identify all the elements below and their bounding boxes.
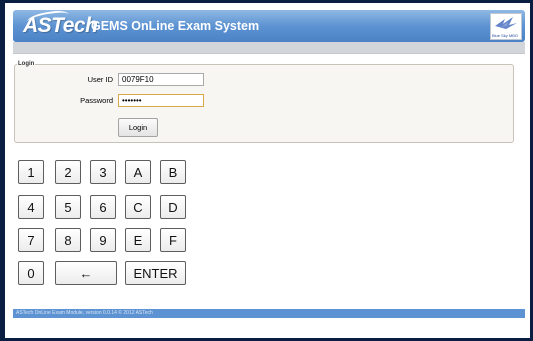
header-bar: ASTech GEMS OnLine Exam System Blue Sky …	[13, 8, 525, 42]
key-9[interactable]: 9	[90, 228, 116, 252]
key-8[interactable]: 8	[55, 228, 81, 252]
key-2[interactable]: 2	[55, 160, 81, 184]
key-e[interactable]: E	[125, 228, 151, 252]
partner-logo-text: Blue Sky MBO	[492, 33, 519, 38]
key-enter[interactable]: ENTER	[125, 261, 186, 285]
user-id-input[interactable]	[118, 73, 204, 86]
key-6[interactable]: 6	[90, 195, 116, 219]
key-5[interactable]: 5	[55, 195, 81, 219]
password-label: Password	[80, 96, 113, 105]
key-a[interactable]: A	[125, 160, 151, 184]
app-title: GEMS OnLine Exam System	[91, 19, 260, 33]
key-4[interactable]: 4	[18, 195, 44, 219]
key-1[interactable]: 1	[18, 160, 44, 184]
key-f[interactable]: F	[160, 228, 186, 252]
login-panel: Login User ID Password Login	[14, 61, 514, 143]
key-b[interactable]: B	[160, 160, 186, 184]
partner-logo: Blue Sky MBO	[490, 13, 522, 40]
key-0[interactable]: 0	[18, 261, 44, 285]
footer-text: ASTech OnLine Exam Module, version 0.0.1…	[16, 310, 153, 316]
page-content: ASTech GEMS OnLine Exam System Blue Sky …	[5, 3, 530, 338]
login-legend: Login	[18, 61, 35, 67]
bird-icon	[495, 17, 517, 29]
password-input[interactable]	[118, 94, 204, 107]
user-id-label: User ID	[87, 75, 113, 84]
toolbar-strip	[13, 42, 525, 54]
key-d[interactable]: D	[160, 195, 186, 219]
login-button[interactable]: Login	[118, 118, 158, 137]
key-7[interactable]: 7	[18, 228, 44, 252]
astech-logo: ASTech	[23, 14, 98, 37]
key-backspace[interactable]: ←	[55, 261, 117, 285]
footer-bar: ASTech OnLine Exam Module, version 0.0.1…	[13, 309, 525, 318]
key-3[interactable]: 3	[90, 160, 116, 184]
key-c[interactable]: C	[125, 195, 151, 219]
